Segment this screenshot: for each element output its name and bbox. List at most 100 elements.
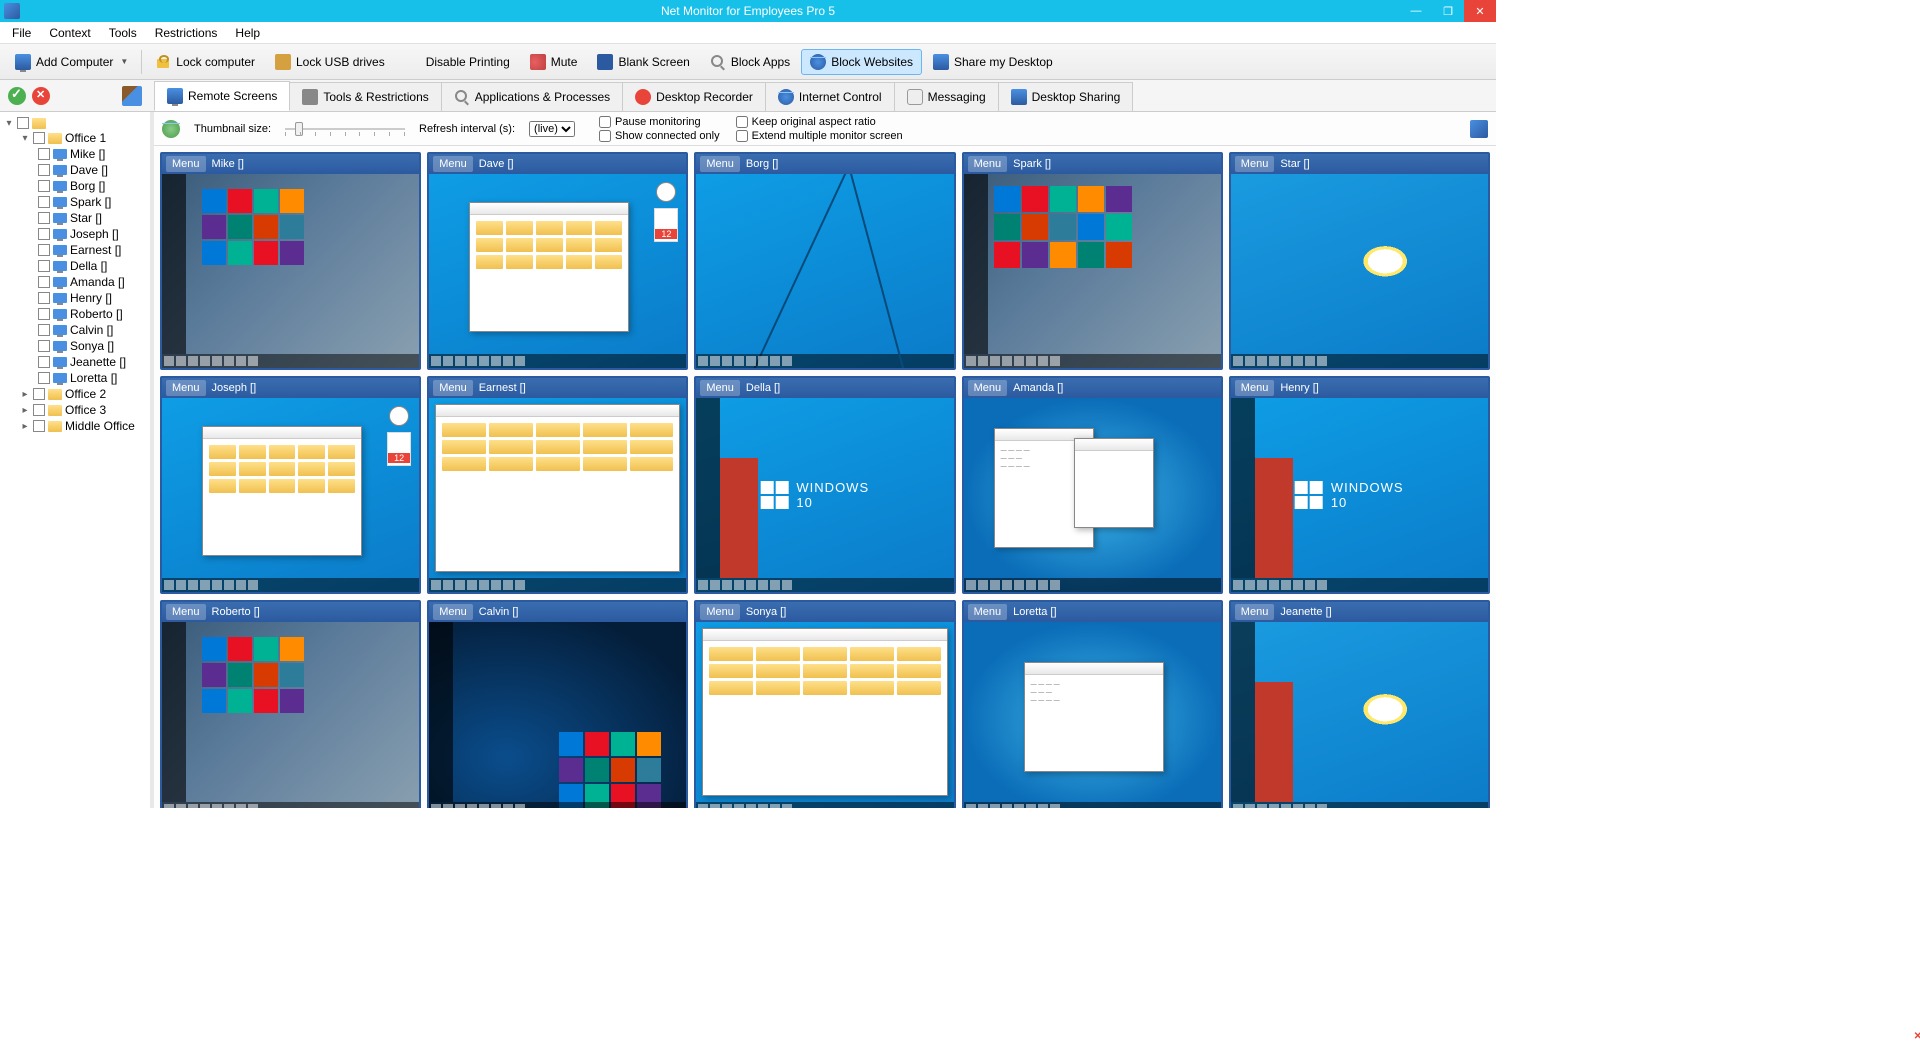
thumbnail-menu-button[interactable]: Menu <box>433 604 473 620</box>
lock-computer-button[interactable]: Lock computer <box>146 49 264 75</box>
thumbnail-menu-button[interactable]: Menu <box>968 604 1008 620</box>
thumbnail-menu-button[interactable]: Menu <box>1235 380 1275 396</box>
tab-desktop-recorder[interactable]: Desktop Recorder <box>622 82 766 111</box>
tree-root[interactable]: ▾ <box>0 116 150 130</box>
thumbnail-menu-button[interactable]: Menu <box>1235 156 1275 172</box>
brush-icon[interactable] <box>122 86 142 106</box>
checkbox[interactable] <box>38 244 50 256</box>
thumbnail-screen[interactable] <box>696 174 953 368</box>
checkbox[interactable] <box>38 148 50 160</box>
checkbox[interactable] <box>38 228 50 240</box>
tree-group[interactable]: ▸Office 3 <box>0 402 150 418</box>
thumbnail[interactable]: MenuLoretta []— — — —— — —— — — — <box>962 600 1223 808</box>
tree-sidebar[interactable]: ▾▾Office 1Mike []Dave []Borg []Spark []S… <box>0 112 150 808</box>
thumbnail-menu-button[interactable]: Menu <box>700 156 740 172</box>
menu-tools[interactable]: Tools <box>101 23 145 43</box>
tree-group[interactable]: ▸Office 2 <box>0 386 150 402</box>
thumbnail-menu-button[interactable]: Menu <box>968 156 1008 172</box>
share-desktop-button[interactable]: Share my Desktop <box>924 49 1062 75</box>
thumbnail-menu-button[interactable]: Menu <box>700 604 740 620</box>
thumbnail-menu-button[interactable]: Menu <box>166 156 206 172</box>
thumbnail-screen[interactable] <box>1231 622 1488 808</box>
checkbox[interactable] <box>38 276 50 288</box>
thumbnail[interactable]: MenuJoseph [] <box>160 376 421 594</box>
tree-computer[interactable]: Dave [] <box>0 162 150 178</box>
tab-desktop-sharing[interactable]: Desktop Sharing <box>998 82 1134 111</box>
thumbnail-menu-button[interactable]: Menu <box>433 380 473 396</box>
checkbox[interactable] <box>17 117 29 129</box>
lock-usb-button[interactable]: Lock USB drives <box>266 49 394 75</box>
tab-remote-screens[interactable]: Remote Screens <box>154 81 290 111</box>
option-pause[interactable]: Pause monitoring <box>599 116 720 128</box>
expand-icon[interactable]: ▸ <box>20 389 30 400</box>
tab-internet-control[interactable]: Internet Control <box>765 82 895 111</box>
thumbnail-size-slider[interactable] <box>285 128 405 130</box>
fullscreen-icon[interactable] <box>1470 120 1488 138</box>
tree-computer[interactable]: Calvin [] <box>0 322 150 338</box>
disable-printing-button[interactable]: Disable Printing <box>396 49 519 75</box>
checkbox[interactable] <box>736 116 748 128</box>
thumbnail-screen[interactable] <box>429 622 686 808</box>
checkbox[interactable] <box>38 292 50 304</box>
thumbnail-screen[interactable]: — — — —— — —— — — — <box>964 398 1221 592</box>
checkbox[interactable] <box>33 388 45 400</box>
tree-computer[interactable]: Mike [] <box>0 146 150 162</box>
thumbnail-menu-button[interactable]: Menu <box>166 604 206 620</box>
add-computer-button[interactable]: Add Computer▼ <box>6 49 137 75</box>
thumbnail-screen[interactable] <box>162 174 419 368</box>
tree-computer[interactable]: Joseph [] <box>0 226 150 242</box>
option-connected-only[interactable]: Show connected only <box>599 130 720 142</box>
thumbnail-screen[interactable] <box>162 622 419 808</box>
expand-icon[interactable]: ▸ <box>20 421 30 432</box>
thumbnail-screen[interactable] <box>1231 174 1488 368</box>
tree-computer[interactable]: Sonya [] <box>0 338 150 354</box>
thumbnail-screen[interactable]: — — — —— — —— — — — <box>964 622 1221 808</box>
thumbnail-menu-button[interactable]: Menu <box>968 380 1008 396</box>
tree-computer[interactable]: Star [] <box>0 210 150 226</box>
thumbnail-menu-button[interactable]: Menu <box>166 380 206 396</box>
menu-restrictions[interactable]: Restrictions <box>147 23 226 43</box>
checkbox[interactable] <box>38 196 50 208</box>
checkbox[interactable] <box>38 260 50 272</box>
checkbox[interactable] <box>38 372 50 384</box>
thumbnail[interactable]: MenuStar [] <box>1229 152 1490 370</box>
thumbnail[interactable]: MenuBorg [] <box>694 152 955 370</box>
block-apps-button[interactable]: Block Apps <box>701 49 799 75</box>
thumbnail[interactable]: MenuHenry []WINDOWS 10 <box>1229 376 1490 594</box>
checkbox[interactable] <box>38 340 50 352</box>
thumbnail-screen[interactable] <box>429 174 686 368</box>
tab-tools-restrictions[interactable]: Tools & Restrictions <box>289 82 441 111</box>
tree-computer[interactable]: Earnest [] <box>0 242 150 258</box>
thumbnail-screen[interactable]: WINDOWS 10 <box>696 398 953 592</box>
refresh-interval-select[interactable]: (live) <box>529 121 575 137</box>
thumbnail[interactable]: MenuMike [] <box>160 152 421 370</box>
maximize-button[interactable]: ❐ <box>1432 0 1464 22</box>
option-extend-multi[interactable]: Extend multiple monitor screen <box>736 130 903 142</box>
checkbox[interactable] <box>736 130 748 142</box>
checkbox[interactable] <box>33 404 45 416</box>
thumbnail[interactable]: MenuAmanda []— — — —— — —— — — — <box>962 376 1223 594</box>
expand-icon[interactable]: ▾ <box>20 133 30 144</box>
checkbox[interactable] <box>38 164 50 176</box>
checkbox[interactable] <box>38 356 50 368</box>
thumbnail-screen[interactable] <box>162 398 419 592</box>
thumbnail-menu-button[interactable]: Menu <box>433 156 473 172</box>
approve-icon[interactable] <box>8 87 26 105</box>
tree-computer[interactable]: Amanda [] <box>0 274 150 290</box>
checkbox[interactable] <box>599 116 611 128</box>
thumbnail[interactable]: MenuDave [] <box>427 152 688 370</box>
thumbnail[interactable]: MenuSonya [] <box>694 600 955 808</box>
blank-screen-button[interactable]: Blank Screen <box>588 49 698 75</box>
checkbox[interactable] <box>599 130 611 142</box>
thumbnail[interactable]: MenuDella []WINDOWS 10 <box>694 376 955 594</box>
checkbox[interactable] <box>38 180 50 192</box>
tab-apps-processes[interactable]: Applications & Processes <box>441 82 623 111</box>
thumbnail[interactable]: MenuCalvin [] <box>427 600 688 808</box>
checkbox[interactable] <box>33 132 45 144</box>
expand-icon[interactable]: ▸ <box>20 405 30 416</box>
tree-computer[interactable]: Roberto [] <box>0 306 150 322</box>
tree-group[interactable]: ▾Office 1 <box>0 130 150 146</box>
thumbnail-screen[interactable] <box>696 622 953 808</box>
expand-icon[interactable]: ▾ <box>4 118 14 129</box>
tree-group[interactable]: ▸Middle Office <box>0 418 150 434</box>
